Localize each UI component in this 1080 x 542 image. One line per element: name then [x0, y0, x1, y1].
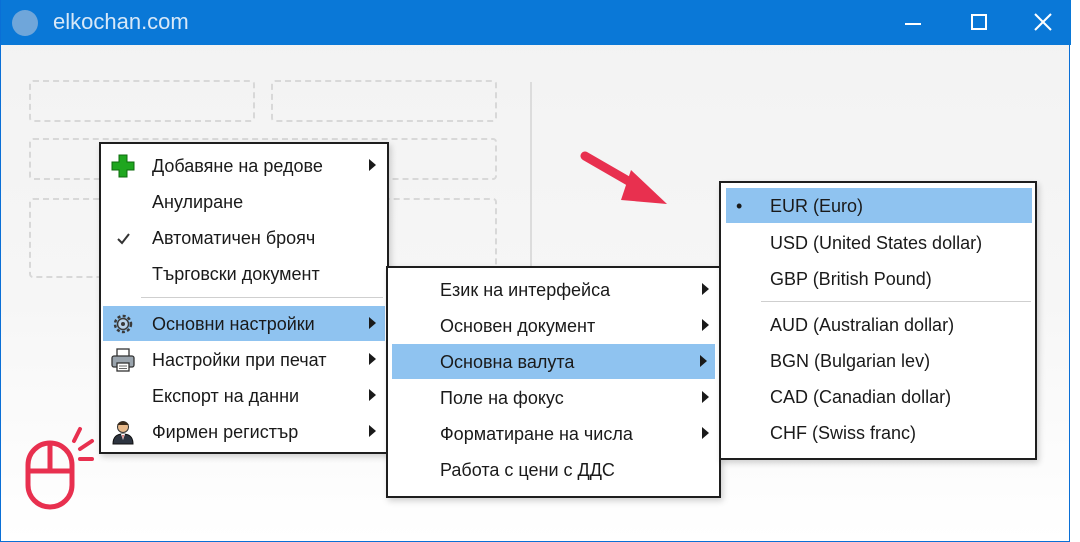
- menu-item-main-document[interactable]: Основен документ: [390, 308, 717, 343]
- menu-separator: [141, 297, 383, 298]
- menu-item-auto-counter[interactable]: Автоматичен брояч: [103, 220, 385, 255]
- submenu-arrow-icon: [369, 159, 376, 171]
- app-icon: [12, 10, 38, 36]
- menu-item-export-data[interactable]: Експорт на данни: [103, 378, 385, 413]
- mouse-click-icon: [25, 427, 94, 510]
- menu-item-currency-cad[interactable]: CAD (Canadian dollar): [723, 379, 1033, 414]
- menu-item-label: Анулиране: [152, 192, 244, 212]
- menu-item-add-rows[interactable]: Добавяне на редове: [103, 148, 385, 183]
- currency-submenu: • EUR (Euro) USD (United States dollar) …: [719, 181, 1037, 460]
- menu-item-label: Основна валута: [440, 352, 575, 372]
- minimize-icon: [905, 23, 921, 25]
- menu-item-label: GBP (British Pound): [770, 269, 932, 289]
- menu-item-company-register[interactable]: Фирмен регистър: [103, 414, 385, 449]
- menu-item-label: CAD (Canadian dollar): [770, 387, 952, 407]
- placeholder-field: [29, 80, 255, 122]
- gear-icon: [113, 314, 133, 334]
- menu-item-label: Работа с цени с ДДС: [440, 460, 615, 480]
- menu-item-label: CHF (Swiss franc): [770, 423, 917, 443]
- menu-item-cancel[interactable]: Анулиране: [103, 184, 385, 219]
- minimize-button[interactable]: [885, 0, 941, 45]
- menu-item-label: Експорт на данни: [152, 386, 300, 406]
- menu-item-label: AUD (Australian dollar): [770, 315, 955, 335]
- menu-item-label: Настройки при печат: [152, 350, 327, 370]
- menu-item-label: Език на интерфейса: [440, 280, 611, 300]
- context-menu: Добавяне на редове Анулиране Автоматичен…: [99, 142, 389, 454]
- maximize-button[interactable]: [951, 0, 1007, 45]
- menu-item-currency-bgn[interactable]: BGN (Bulgarian lev): [723, 343, 1033, 378]
- menu-item-vat-prices[interactable]: Работа с цени с ДДС: [390, 452, 717, 487]
- placeholder-field: [271, 80, 497, 122]
- menu-item-currency-chf[interactable]: CHF (Swiss franc): [723, 415, 1033, 450]
- submenu-arrow-icon: [369, 353, 376, 365]
- submenu-arrow-icon: [369, 317, 376, 329]
- menu-item-label: USD (United States dollar): [770, 233, 983, 253]
- close-icon: [1034, 13, 1052, 31]
- menu-separator: [761, 301, 1031, 302]
- close-button[interactable]: [1015, 0, 1071, 45]
- menu-item-trade-document[interactable]: Търговски документ: [103, 256, 385, 291]
- menu-item-currency-aud[interactable]: AUD (Australian dollar): [723, 307, 1033, 342]
- menu-item-label: Добавяне на редове: [152, 156, 323, 176]
- menu-item-label: Автоматичен брояч: [152, 228, 316, 248]
- submenu-arrow-icon: [369, 425, 376, 437]
- maximize-icon: [971, 14, 987, 30]
- printer-icon: [111, 348, 135, 372]
- submenu-arrow-icon: [702, 427, 709, 439]
- menu-item-label: Фирмен регистър: [152, 422, 299, 442]
- menu-item-interface-language[interactable]: Език на интерфейса: [390, 272, 717, 307]
- menu-item-label: Основни настройки: [152, 314, 315, 334]
- menu-item-currency-eur[interactable]: • EUR (Euro): [726, 188, 1032, 223]
- title-bar: elkochan.com: [1, 0, 1071, 45]
- submenu-arrow-icon: [702, 283, 709, 295]
- menu-item-label: Поле на фокус: [440, 388, 564, 408]
- submenu-arrow-icon: [700, 355, 707, 367]
- selected-bullet-icon: •: [736, 196, 743, 216]
- window-title: elkochan.com: [53, 9, 189, 34]
- menu-item-label: BGN (Bulgarian lev): [770, 351, 931, 371]
- menu-item-currency-usd[interactable]: USD (United States dollar): [723, 225, 1033, 260]
- settings-submenu: Език на интерфейса Основен документ Осно…: [386, 266, 721, 498]
- menu-item-label: Основен документ: [440, 316, 596, 336]
- menu-item-print-settings[interactable]: Настройки при печат: [103, 342, 385, 377]
- submenu-arrow-icon: [369, 389, 376, 401]
- checkmark-icon: [117, 233, 130, 245]
- submenu-arrow-icon: [702, 319, 709, 331]
- menu-item-label: EUR (Euro): [770, 196, 864, 216]
- red-arrow-icon: [580, 151, 667, 204]
- menu-item-number-format[interactable]: Форматиране на числа: [390, 416, 717, 451]
- menu-item-main-settings[interactable]: Основни настройки: [103, 306, 385, 341]
- menu-item-label: Форматиране на числа: [440, 424, 633, 444]
- green-plus-icon: [111, 154, 135, 178]
- menu-item-label: Търговски документ: [152, 264, 320, 284]
- menu-item-currency-gbp[interactable]: GBP (British Pound): [723, 261, 1033, 296]
- menu-item-focus-field[interactable]: Поле на фокус: [390, 380, 717, 415]
- submenu-arrow-icon: [702, 391, 709, 403]
- menu-item-main-currency[interactable]: Основна валута: [392, 344, 715, 379]
- businessman-icon: [112, 421, 134, 445]
